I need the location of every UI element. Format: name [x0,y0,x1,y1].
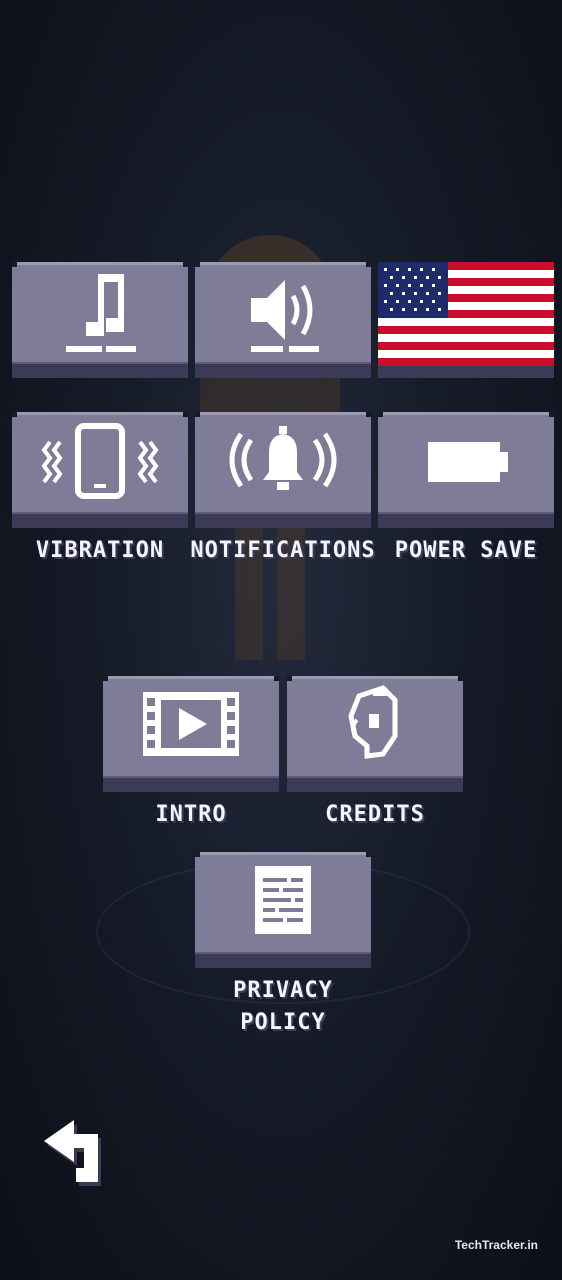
watermark: TechTracker.in [454,1238,538,1252]
credits-button[interactable] [287,676,463,792]
music-toggle-button[interactable] [12,262,188,378]
vibration-label: VIBRATION [35,538,165,563]
sound-toggle-button[interactable] [195,262,371,378]
privacy-label-line1: PRIVACY [233,978,333,1003]
battery-icon [428,442,508,482]
notifications-label: NOTIFICATIONS [190,538,376,563]
power-save-toggle-button[interactable] [378,412,554,528]
phone-vibrate-icon [41,423,159,499]
credits-head-icon [348,685,398,759]
intro-button[interactable] [103,676,279,792]
privacy-label-line2: POLICY [240,1010,326,1035]
intro-label: INTRO [155,802,227,827]
bell-icon [229,426,337,490]
credits-label: CREDITS [325,802,425,827]
back-button[interactable] [40,1110,106,1190]
notifications-toggle-button[interactable] [195,412,371,528]
language-flag-button[interactable] [378,262,554,378]
vibration-toggle-button[interactable] [12,412,188,528]
speaker-icon [251,280,319,352]
back-arrow-icon [44,1120,101,1186]
film-play-icon [143,692,239,756]
power-save-label: POWER SAVE [394,538,538,563]
music-note-icon [66,274,136,352]
privacy-policy-button[interactable] [195,852,371,968]
document-icon [255,866,311,934]
usa-flag-icon [378,262,554,366]
